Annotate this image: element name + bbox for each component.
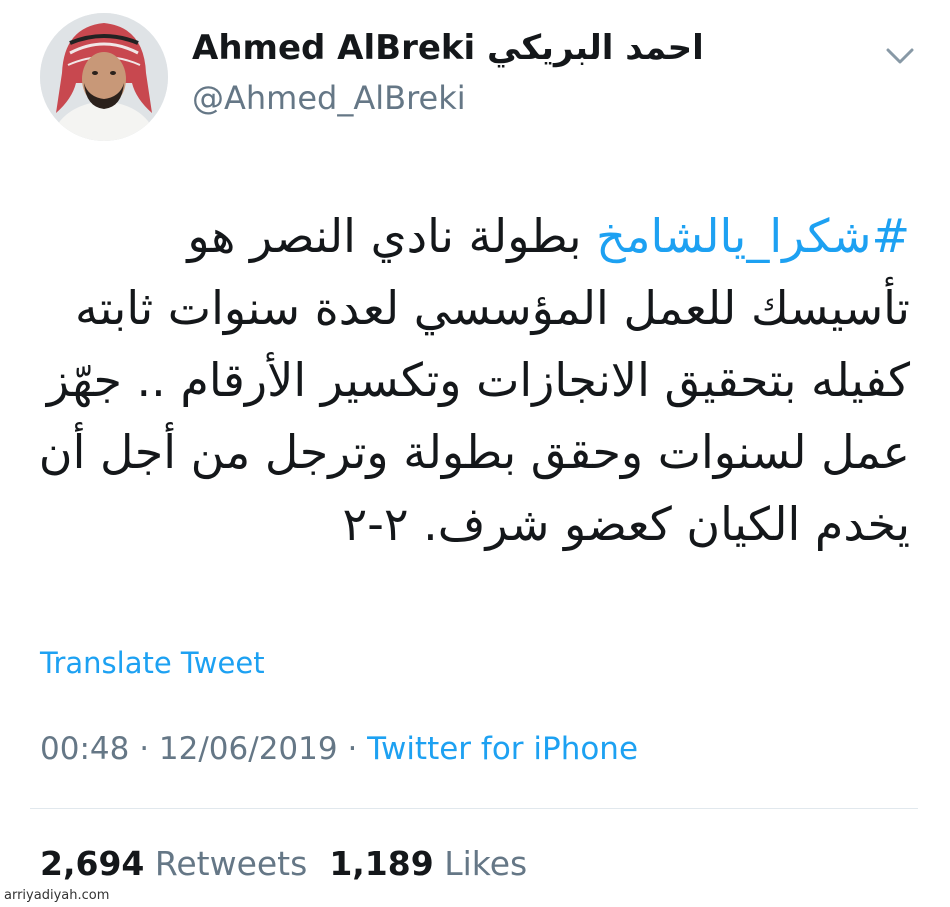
tweet-meta: 00:48 · 12/06/2019 · Twitter for iPhone xyxy=(40,731,638,767)
tweet-line: كفيله بتحقيق الانجازات وتكسير الأرقام ..… xyxy=(46,353,910,407)
tweet-line: عمل لسنوات وحقق بطولة وترجل من أجل أن xyxy=(38,425,910,479)
tweet-line-text: بطولة نادي النصر هو xyxy=(187,209,597,263)
meta-separator: · xyxy=(337,731,368,767)
likes-label: Likes xyxy=(444,844,528,883)
tweet-line: تأسيسك للعمل المؤسسي لعدة سنوات ثابته xyxy=(75,281,910,335)
tweet-source-link[interactable]: Twitter for iPhone xyxy=(367,731,638,767)
tweet-date: 12/06/2019 xyxy=(158,731,338,767)
tweet-time: 00:48 xyxy=(40,731,130,767)
likes-count: 1,189 xyxy=(329,844,434,883)
retweets-label: Retweets xyxy=(154,844,308,883)
chevron-down-icon[interactable] xyxy=(882,40,918,70)
hashtag-link[interactable]: #شكرا_يالشامخ xyxy=(596,209,910,263)
avatar[interactable] xyxy=(40,13,168,141)
meta-separator: · xyxy=(129,731,159,767)
watermark: arriyadiyah.com xyxy=(4,888,110,903)
display-name[interactable]: Ahmed AlBreki احمد البريكي xyxy=(192,28,704,69)
divider xyxy=(30,808,918,809)
profile-photo-icon xyxy=(40,13,168,141)
translate-tweet-link[interactable]: Translate Tweet xyxy=(40,646,265,680)
tweet-text: #شكرا_يالشامخ بطولة نادي النصر هو تأسيسك… xyxy=(38,200,910,560)
tweet-stats: 2,694 Retweets 1,189 Likes xyxy=(40,844,527,883)
likes-stat[interactable]: 1,189 Likes xyxy=(329,844,527,883)
retweets-stat[interactable]: 2,694 Retweets xyxy=(40,844,307,883)
user-handle[interactable]: @Ahmed_AlBreki xyxy=(192,79,466,117)
tweet-line: يخدم الكيان كعضو شرف. ٢-٢ xyxy=(342,497,910,551)
tweet-line: #شكرا_يالشامخ بطولة نادي النصر هو xyxy=(70,200,910,272)
retweets-count: 2,694 xyxy=(40,844,145,883)
